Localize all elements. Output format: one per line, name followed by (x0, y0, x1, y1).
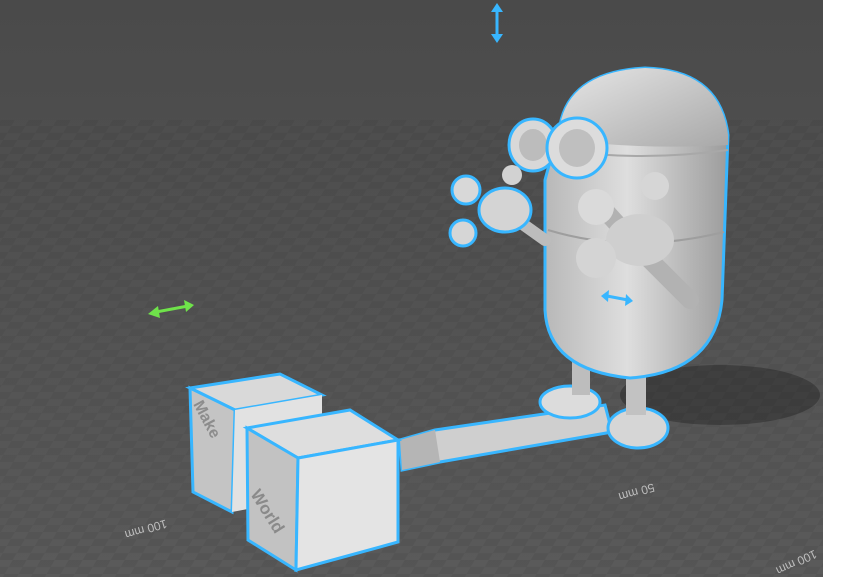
right-panel-edge (823, 0, 851, 577)
goggles (507, 116, 609, 180)
3d-viewport[interactable]: 100 mm 50 mm 100 mm Make World (0, 0, 823, 577)
scene-canvas[interactable]: 100 mm 50 mm 100 mm Make World (0, 0, 823, 577)
block-world: World (242, 408, 403, 573)
